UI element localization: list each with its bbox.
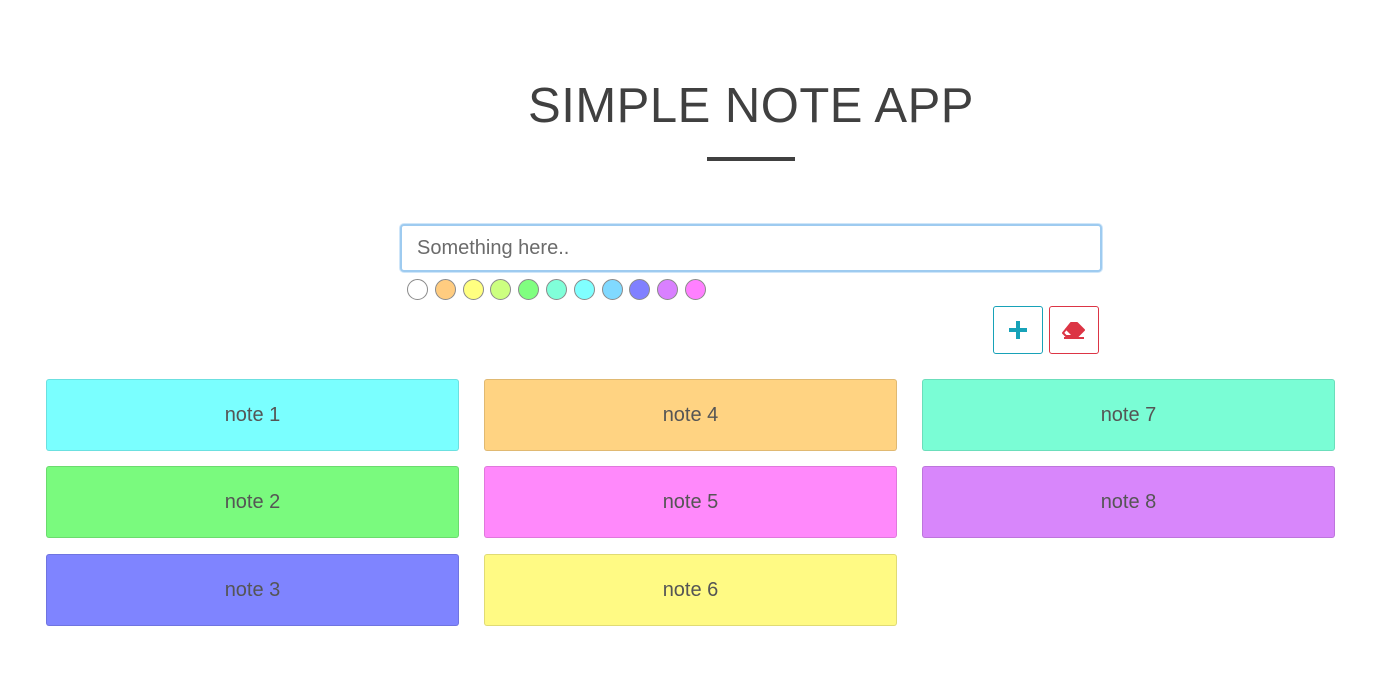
color-swatch-blue[interactable] [629,279,651,300]
color-swatch-cyan[interactable] [573,279,595,300]
note-card[interactable]: note 7 [922,379,1335,451]
note-input[interactable] [400,224,1102,272]
page-title: SIMPLE NOTE APP [528,79,974,133]
color-palette [407,279,706,300]
plus-icon [1009,321,1027,339]
note-card[interactable]: note 4 [484,379,897,451]
color-swatch-sky[interactable] [601,279,623,300]
title-underline [707,157,795,161]
add-note-button[interactable] [993,306,1043,354]
clear-button[interactable] [1049,306,1099,354]
note-card[interactable]: note 5 [484,466,897,538]
color-swatch-orange[interactable] [434,279,456,300]
eraser-icon [1062,322,1085,339]
color-swatch-lime[interactable] [490,279,512,300]
note-card[interactable]: note 6 [484,554,897,626]
color-swatch-green[interactable] [518,279,540,300]
note-card[interactable]: note 2 [46,466,459,538]
color-swatch-purple[interactable] [657,279,679,300]
color-swatch-yellow[interactable] [462,279,484,300]
color-swatch-aquamarine[interactable] [545,279,567,300]
note-card[interactable]: note 8 [922,466,1335,538]
color-swatch-white[interactable] [407,279,428,300]
color-swatch-pink[interactable] [684,279,706,300]
note-card[interactable]: note 3 [46,554,459,626]
note-card[interactable]: note 1 [46,379,459,451]
